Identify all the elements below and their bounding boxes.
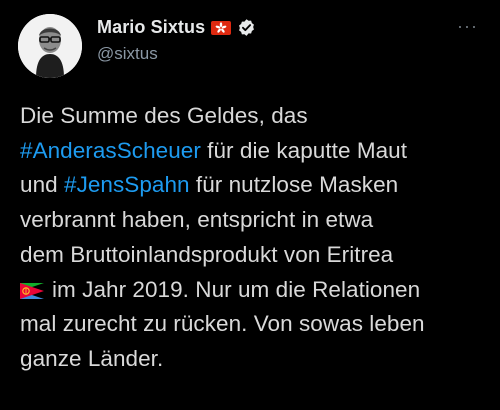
tweet-line: #AnderasScheuer für die kaputte Maut	[20, 134, 490, 169]
tweet-text-segment: für die kaputte Maut	[200, 137, 408, 163]
hashtag-link-scheuer[interactable]: #AnderasScheuer	[20, 138, 201, 163]
more-options-button[interactable]: ···	[457, 16, 478, 37]
tweet-text-segment: im Jahr 2019. Nur um die Relationen	[52, 276, 421, 302]
tweet-text-segment: mal zurecht zu rücken. Von sowas leben	[20, 311, 425, 337]
hong-kong-flag-icon	[211, 20, 232, 35]
tweet-text: Die Summe des Geldes, das #AnderasScheue…	[20, 99, 490, 377]
tweet-text-segment: verbrannt haben, entspricht in etwa	[20, 207, 374, 233]
tweet-text-segment: dem Bruttoinlandsprodukt von Eritrea	[20, 241, 394, 267]
tweet-line: verbrannt haben, entspricht in etwa	[20, 203, 490, 238]
hashtag-link-spahn[interactable]: #JensSpahn	[64, 172, 190, 197]
tweet-text-segment: und	[20, 172, 64, 198]
tweet-text-segment: ganze Länder.	[20, 345, 164, 371]
tweet-text-segment: für nutzlose Masken	[189, 172, 399, 198]
author-handle[interactable]: @sixtus	[97, 44, 158, 64]
tweet-line: dem Bruttoinlandsprodukt von Eritrea	[20, 238, 490, 273]
author-display-name[interactable]: Mario Sixtus	[97, 17, 205, 38]
verified-badge-icon	[237, 18, 256, 37]
tweet-line: und #JensSpahn für nutzlose Masken	[20, 168, 490, 203]
tweet-line: im Jahr 2019. Nur um die Relationen	[20, 273, 490, 308]
avatar[interactable]	[18, 14, 82, 78]
tweet-line: mal zurecht zu rücken. Von sowas leben	[20, 307, 490, 342]
avatar-portrait	[18, 14, 82, 78]
author-name-row: Mario Sixtus	[97, 17, 256, 38]
eritrea-flag-icon	[20, 275, 44, 299]
tweet-text-segment: Die Summe des Geldes, das	[20, 103, 308, 128]
tweet-card: Mario Sixtus @sixtus ··· Die Summe des G…	[0, 0, 500, 410]
tweet-line: ganze Länder.	[20, 342, 490, 377]
tweet-line: Die Summe des Geldes, das	[20, 99, 490, 134]
